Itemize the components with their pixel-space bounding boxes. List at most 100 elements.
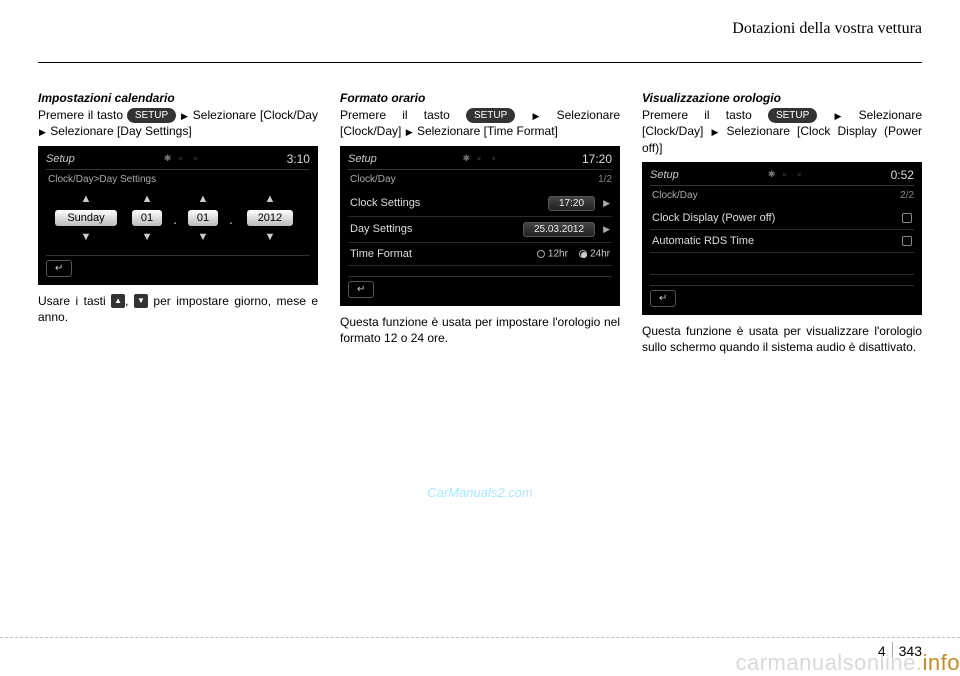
- up-arrow-icon[interactable]: ▲: [178, 192, 228, 206]
- battery-icon: ▫: [492, 153, 500, 161]
- row-value: 17:20: [548, 196, 595, 211]
- back-button[interactable]: ↵: [650, 290, 676, 307]
- battery-icon: ▫: [797, 169, 805, 177]
- back-button[interactable]: ↵: [348, 281, 374, 298]
- instr-clockdisplay: Premere il tasto SETUP ▶ Selezionare [Cl…: [642, 107, 922, 156]
- triangle-icon: ▶: [39, 126, 46, 138]
- status-icons: ✱ ▫ ▫: [764, 169, 806, 180]
- text: Selezionare [Day Settings]: [47, 124, 192, 138]
- up-key-icon: ▲: [111, 294, 125, 308]
- down-arrow-icon[interactable]: ▼: [178, 230, 228, 244]
- screen-breadcrumb: Clock/Day>Day Settings: [46, 169, 310, 191]
- row-label: Automatic RDS Time: [652, 235, 754, 247]
- screen-footer: ↵: [348, 276, 612, 298]
- row-label: Clock Display (Power off): [652, 212, 775, 224]
- breadcrumb-text: Clock/Day>Day Settings: [48, 174, 156, 185]
- triangle-icon: ▶: [181, 110, 188, 122]
- up-arrow-icon[interactable]: ▲: [50, 192, 122, 206]
- screen-statusbar: Setup ✱ ▫ ▫ 17:20: [348, 152, 612, 169]
- breadcrumb-text: Clock/Day: [350, 174, 396, 185]
- down-arrow-icon[interactable]: ▼: [234, 230, 306, 244]
- dashed-rule: [0, 637, 960, 638]
- weekday-field[interactable]: Sunday: [55, 210, 117, 226]
- screen-breadcrumb: Clock/Day 2/2: [650, 185, 914, 207]
- radio-24hr[interactable]: [579, 250, 587, 258]
- month-field[interactable]: 01: [188, 210, 218, 226]
- screen-title: Setup: [348, 153, 377, 165]
- radio-label-12hr: 12hr: [548, 248, 568, 259]
- note-timeformat: Questa funzione è usata per impostare l'…: [340, 314, 620, 346]
- instr-calendar: Premere il tasto SETUP ▶ Selezionare [Cl…: [38, 107, 318, 140]
- battery-icon: ▫: [193, 153, 201, 161]
- screen-statusbar: Setup ✱ ▫ ▫ 0:52: [650, 168, 914, 185]
- signal-icon: ▫: [179, 153, 187, 161]
- day-arrows-down: ▼ ▼ . ▼ . ▼: [46, 229, 310, 245]
- header-rule: [38, 62, 922, 63]
- screen-clock: 0:52: [891, 168, 914, 182]
- text: Premere il tasto: [38, 108, 127, 122]
- text: Premere il tasto: [642, 108, 768, 122]
- bluetooth-icon: ✱: [164, 153, 172, 161]
- row-value: 25.03.2012: [523, 222, 595, 237]
- row-clock-settings[interactable]: Clock Settings 17:20 ▶: [348, 191, 612, 217]
- back-button[interactable]: ↵: [46, 260, 72, 277]
- subhead-calendar: Impostazioni calendario: [38, 91, 318, 105]
- checkbox[interactable]: [902, 213, 912, 223]
- row-time-format[interactable]: Time Format 12hr 24hr: [348, 243, 612, 266]
- row-empty: [650, 253, 914, 275]
- bluetooth-icon: ✱: [768, 169, 776, 177]
- down-arrow-icon[interactable]: ▼: [122, 230, 172, 244]
- screen-clock-display: Setup ✱ ▫ ▫ 0:52 Clock/Day 2/2 Clock Dis…: [642, 162, 922, 315]
- screen-clock: 3:10: [287, 152, 310, 166]
- triangle-icon: ▶: [406, 126, 413, 138]
- chevron-right-icon: ▶: [603, 224, 610, 234]
- subhead-clockdisplay: Visualizzazione orologio: [642, 91, 922, 105]
- signal-icon: ▫: [783, 169, 791, 177]
- content-columns: Impostazioni calendario Premere il tasto…: [38, 91, 922, 355]
- radio-label-24hr: 24hr: [590, 248, 610, 259]
- screen-footer: ↵: [46, 255, 310, 277]
- triangle-icon: ▶: [711, 126, 718, 138]
- screen-clock: 17:20: [582, 152, 612, 166]
- row-clock-display-poweroff[interactable]: Clock Display (Power off): [650, 207, 914, 230]
- row-label: Time Format: [350, 248, 412, 260]
- status-icons: ✱ ▫ ▫: [459, 153, 501, 164]
- bluetooth-icon: ✱: [463, 153, 471, 161]
- text: Premere il tasto: [340, 108, 466, 122]
- screen-breadcrumb: Clock/Day 1/2: [348, 169, 612, 191]
- screen-statusbar: Setup ✱ ▫ ▫ 3:10: [46, 152, 310, 169]
- day-field[interactable]: 01: [132, 210, 162, 226]
- setup-button-label: SETUP: [127, 108, 176, 123]
- row-auto-rds-time[interactable]: Automatic RDS Time: [650, 230, 914, 253]
- signal-icon: ▫: [477, 153, 485, 161]
- screen-title: Setup: [650, 169, 679, 181]
- checkbox[interactable]: [902, 236, 912, 246]
- text: Selezionare [Time Format]: [414, 124, 558, 138]
- breadcrumb-text: Clock/Day: [652, 190, 698, 201]
- note-calendar: Usare i tasti ▲, ▼ per impostare giorno,…: [38, 293, 318, 325]
- text: carmanualsonline.: [735, 650, 922, 675]
- note-clockdisplay: Questa funzione è usata per visualizzare…: [642, 323, 922, 355]
- up-arrow-icon[interactable]: ▲: [122, 192, 172, 206]
- column-time-format: Formato orario Premere il tasto SETUP ▶ …: [340, 91, 620, 355]
- up-arrow-icon[interactable]: ▲: [234, 192, 306, 206]
- page-header-title: Dotazioni della vostra vettura: [38, 20, 922, 42]
- radio-12hr[interactable]: [537, 250, 545, 258]
- row-label: Day Settings: [350, 223, 412, 235]
- page-indicator: 1/2: [598, 174, 612, 185]
- row-day-settings[interactable]: Day Settings 25.03.2012 ▶: [348, 217, 612, 243]
- down-key-icon: ▼: [134, 294, 148, 308]
- triangle-icon: ▶: [835, 110, 842, 122]
- down-arrow-icon[interactable]: ▼: [50, 230, 122, 244]
- text: Usare i tasti: [38, 294, 111, 308]
- year-field[interactable]: 2012: [247, 210, 293, 226]
- watermark-carmanuals2: CarManuals2.com: [427, 485, 533, 500]
- screen-time-format: Setup ✱ ▫ ▫ 17:20 Clock/Day 1/2 Clock Se…: [340, 146, 620, 306]
- page-indicator: 2/2: [900, 190, 914, 201]
- status-icons: ✱ ▫ ▫: [160, 153, 202, 164]
- text: ,: [125, 294, 134, 308]
- setup-button-label: SETUP: [768, 108, 817, 123]
- day-fields: Sunday 01 . 01 . 2012: [46, 207, 310, 229]
- column-clock-display: Visualizzazione orologio Premere il tast…: [642, 91, 922, 355]
- text-accent: info: [923, 650, 960, 675]
